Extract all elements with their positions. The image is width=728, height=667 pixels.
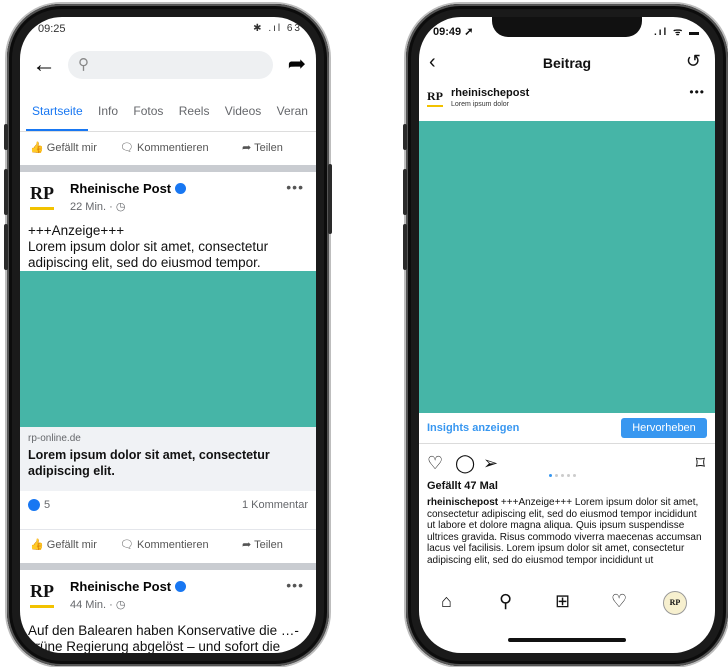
instagram-phone: 09:49 ➚ .ıl ᯤ ▬ ‹ Beitrag ↺ RP rheinisch… [403,4,728,666]
tab-startseite[interactable]: Startseite [32,104,83,118]
tab-info[interactable]: Info [98,104,118,118]
rp-logo[interactable]: RP [30,581,60,611]
link-title: Lorem ipsum dolor sit amet, consectetur … [28,448,270,478]
facebook-phone: 09:25 ✱ .ıl 63 ← ⚲ ➦ Startseite Info Fot… [4,4,332,666]
like-count[interactable]: Gefällt 47 Mal [427,480,498,492]
home-indicator [508,638,626,642]
insights-bar: Insights anzeigen Hervorheben [419,413,715,444]
status-time: 09:25 [38,23,66,35]
reaction-count[interactable]: 5 [44,499,50,511]
profile-avatar[interactable]: RP [663,591,687,615]
tab-videos[interactable]: Videos [225,104,261,118]
header: ‹ Beitrag ↺ [419,45,715,83]
facebook-screen: 09:25 ✱ .ıl 63 ← ⚲ ➦ Startseite Info Fot… [20,17,316,653]
search-icon[interactable]: ⚲ [499,591,512,612]
post-image[interactable] [419,121,715,413]
caption: rheinischepost +++Anzeige+++ Lorem ipsum… [427,497,707,579]
link-domain: rp-online.de [28,433,81,444]
divider [20,165,316,172]
rp-logo[interactable]: RP [427,89,443,107]
post-image[interactable] [20,271,316,427]
home-icon[interactable]: ⌂ [441,591,452,612]
comment-count[interactable]: 1 Kommentar [242,499,308,511]
comment-icon[interactable]: ◯ [455,453,475,474]
share-button[interactable]: ➦ Teilen [242,141,283,154]
status-time: 09:49 ➚ [433,26,474,38]
search-input[interactable]: ⚲ [68,51,273,79]
post-text: Auf den Balearen haben Konservative die … [28,623,299,653]
bookmark-icon[interactable]: ⌑ [696,453,705,474]
link-preview[interactable]: rp-online.de Lorem ipsum dolor sit amet,… [20,427,316,491]
share-button[interactable]: ➦ Teilen [242,538,283,551]
heart-icon[interactable]: ♡ [427,453,443,474]
notch [492,17,642,37]
promote-button[interactable]: Hervorheben [621,418,707,438]
instagram-screen: 09:49 ➚ .ıl ᯤ ▬ ‹ Beitrag ↺ RP rheinisch… [419,17,715,653]
rp-logo[interactable]: RP [30,183,60,213]
page-name[interactable]: Rheinische Post [70,579,187,594]
caption-user[interactable]: rheinischepost [427,497,498,508]
heart-tab-icon[interactable]: ♡ [611,591,627,612]
divider [20,563,316,570]
action-bar-2: 👍 Gefällt mir 🗨 Kommentieren ➦ Teilen [20,529,316,562]
verified-icon [175,581,187,592]
active-tab-indicator [26,129,88,131]
post-header: RP Rheinische Post 22 Min. · ◷ ••• [20,179,316,219]
reaction-summary: 5 1 Kommentar [20,495,316,519]
like-reaction-icon [28,499,40,511]
share-arrow-icon[interactable]: ➦ [288,51,306,77]
post-time: 44 Min. · ◷ [70,599,126,611]
refresh-icon[interactable]: ↺ [686,51,701,72]
top-nav: ← ⚲ ➦ [20,47,316,87]
send-icon[interactable]: ➢ [483,453,498,474]
search-icon: ⚲ [78,56,89,73]
page-title: Beitrag [542,55,592,71]
verified-icon [175,183,187,194]
action-bar: 👍 Gefällt mir 🗨 Kommentieren ➦ Teilen [20,133,316,165]
like-button[interactable]: 👍 Gefällt mir [30,141,97,154]
more-options-icon[interactable]: ••• [689,85,705,99]
like-button[interactable]: 👍 Gefällt mir [30,538,97,551]
tab-fotos[interactable]: Fotos [133,104,163,118]
more-options-icon[interactable]: ••• [286,577,304,593]
post-actions: ♡ ◯ ➢ ⌑ [419,451,715,477]
tab-veranstaltungen[interactable]: Veran [277,104,308,118]
account-row: RP rheinischepost Lorem ipsum dolor ••• [419,83,715,119]
bottom-tab-bar: ⌂ ⚲ ⊞ ♡ RP [419,587,715,623]
post-time: 22 Min. · ◷ [70,201,126,213]
account-subtitle: Lorem ipsum dolor [451,101,509,108]
add-post-icon[interactable]: ⊞ [555,591,570,612]
status-icons: .ıl ᯤ ▬ [653,27,701,38]
account-name[interactable]: rheinischepost [451,87,529,99]
post-header-2: RP Rheinische Post 44 Min. · ◷ ••• [20,577,316,617]
page-name[interactable]: Rheinische Post [70,181,187,196]
post-text: +++Anzeige+++ Lorem ipsum dolor sit amet… [28,223,269,270]
insights-link[interactable]: Insights anzeigen [427,422,519,434]
back-arrow-icon[interactable]: ← [32,51,56,79]
status-icons: ✱ .ıl 63 [253,23,302,34]
comment-button[interactable]: 🗨 Kommentieren [120,141,209,154]
status-bar: 09:25 ✱ .ıl 63 [20,17,316,43]
page-tabs: Startseite Info Fotos Reels Videos Veran [20,95,316,132]
more-options-icon[interactable]: ••• [286,179,304,195]
tab-reels[interactable]: Reels [179,104,210,118]
carousel-indicator [549,461,579,482]
comment-button[interactable]: 🗨 Kommentieren [120,538,209,551]
